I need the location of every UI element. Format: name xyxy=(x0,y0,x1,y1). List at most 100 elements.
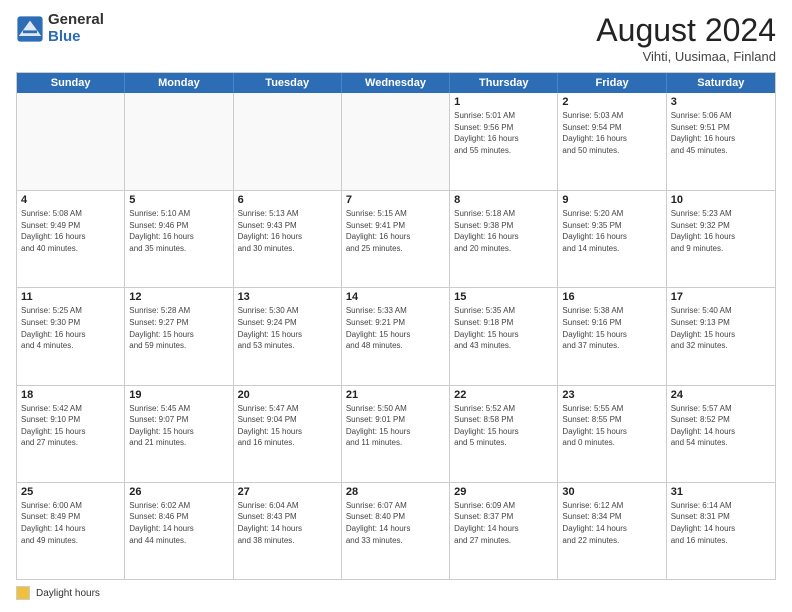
day-info: Sunrise: 5:06 AM Sunset: 9:51 PM Dayligh… xyxy=(671,110,771,156)
header: General Blue August 2024 Vihti, Uusimaa,… xyxy=(16,12,776,64)
calendar-cell: 15 Sunrise: 5:35 AM Sunset: 9:18 PM Dayli… xyxy=(450,288,558,384)
day-info: Sunrise: 5:10 AM Sunset: 9:46 PM Dayligh… xyxy=(129,208,228,254)
calendar-cell: 19 Sunrise: 5:45 AM Sunset: 9:07 PM Dayli… xyxy=(125,386,233,482)
logo-text: General Blue xyxy=(48,12,104,45)
day-info: Sunrise: 5:08 AM Sunset: 9:49 PM Dayligh… xyxy=(21,208,120,254)
day-number: 17 xyxy=(671,291,771,303)
header-day: Saturday xyxy=(667,73,775,93)
calendar-cell: 6Sunrise: 5:13 AM Sunset: 9:43 PM Daylig… xyxy=(234,191,342,287)
day-number: 5 xyxy=(129,194,228,206)
calendar-cell: 20 Sunrise: 5:47 AM Sunset: 9:04 PM Dayli… xyxy=(234,386,342,482)
day-info: Sunrise: 6:09 AM Sunset: 8:37 PM Dayligh… xyxy=(454,500,553,546)
day-info: Sunrise: 5:42 AM Sunset: 9:10 PM Dayligh… xyxy=(21,403,120,449)
logo-blue: Blue xyxy=(48,29,104,46)
day-number: 21 xyxy=(346,389,445,401)
day-number: 16 xyxy=(562,291,661,303)
day-number: 7 xyxy=(346,194,445,206)
calendar-cell: 22Sunrise: 5:52 AM Sunset: 8:58 PM Dayli… xyxy=(450,386,558,482)
day-number: 12 xyxy=(129,291,228,303)
day-number: 10 xyxy=(671,194,771,206)
day-info: Sunrise: 5:47 AM Sunset: 9:04 PM Dayligh… xyxy=(238,403,337,449)
day-number: 20 xyxy=(238,389,337,401)
day-info: Sunrise: 5:01 AM Sunset: 9:56 PM Dayligh… xyxy=(454,110,553,156)
calendar-cell: 12 Sunrise: 5:28 AM Sunset: 9:27 PM Dayli… xyxy=(125,288,233,384)
day-number: 13 xyxy=(238,291,337,303)
day-number: 3 xyxy=(671,96,771,108)
day-info: Sunrise: 6:12 AM Sunset: 8:34 PM Dayligh… xyxy=(562,500,661,546)
day-info: Sunrise: 5:45 AM Sunset: 9:07 PM Dayligh… xyxy=(129,403,228,449)
calendar-cell: 4 Sunrise: 5:08 AM Sunset: 9:49 PM Daylig… xyxy=(17,191,125,287)
calendar-cell: 8 Sunrise: 5:18 AM Sunset: 9:38 PM Daylig… xyxy=(450,191,558,287)
day-info: Sunrise: 5:55 AM Sunset: 8:55 PM Dayligh… xyxy=(562,403,661,449)
calendar-cell: 26Sunrise: 6:02 AM Sunset: 8:46 PM Dayli… xyxy=(125,483,233,579)
calendar-body: 1 Sunrise: 5:01 AM Sunset: 9:56 PM Daylig… xyxy=(17,93,775,579)
day-number: 15 xyxy=(454,291,553,303)
day-info: Sunrise: 6:04 AM Sunset: 8:43 PM Dayligh… xyxy=(238,500,337,546)
calendar-cell: 18Sunrise: 5:42 AM Sunset: 9:10 PM Dayli… xyxy=(17,386,125,482)
title-area: August 2024 Vihti, Uusimaa, Finland xyxy=(596,12,776,64)
day-number: 27 xyxy=(238,486,337,498)
header-day: Friday xyxy=(558,73,666,93)
day-number: 31 xyxy=(671,486,771,498)
calendar-cell: 5 Sunrise: 5:10 AM Sunset: 9:46 PM Daylig… xyxy=(125,191,233,287)
day-info: Sunrise: 5:38 AM Sunset: 9:16 PM Dayligh… xyxy=(562,305,661,351)
day-number: 1 xyxy=(454,96,553,108)
day-info: Sunrise: 5:18 AM Sunset: 9:38 PM Dayligh… xyxy=(454,208,553,254)
calendar-cell: 27 Sunrise: 6:04 AM Sunset: 8:43 PM Dayli… xyxy=(234,483,342,579)
calendar-cell: 14 Sunrise: 5:33 AM Sunset: 9:21 PM Dayli… xyxy=(342,288,450,384)
calendar-week: 11Sunrise: 5:25 AM Sunset: 9:30 PM Dayli… xyxy=(17,287,775,384)
calendar-week: 18Sunrise: 5:42 AM Sunset: 9:10 PM Dayli… xyxy=(17,385,775,482)
calendar-cell: 10Sunrise: 5:23 AM Sunset: 9:32 PM Dayli… xyxy=(667,191,775,287)
day-number: 11 xyxy=(21,291,120,303)
page: General Blue August 2024 Vihti, Uusimaa,… xyxy=(0,0,792,612)
day-number: 14 xyxy=(346,291,445,303)
calendar: SundayMondayTuesdayWednesdayThursdayFrid… xyxy=(16,72,776,580)
calendar-cell xyxy=(342,93,450,190)
header-day: Thursday xyxy=(450,73,558,93)
day-info: Sunrise: 5:20 AM Sunset: 9:35 PM Dayligh… xyxy=(562,208,661,254)
day-number: 30 xyxy=(562,486,661,498)
day-info: Sunrise: 5:57 AM Sunset: 8:52 PM Dayligh… xyxy=(671,403,771,449)
month-title: August 2024 xyxy=(596,12,776,49)
day-number: 2 xyxy=(562,96,661,108)
day-info: Sunrise: 5:50 AM Sunset: 9:01 PM Dayligh… xyxy=(346,403,445,449)
calendar-cell: 23 Sunrise: 5:55 AM Sunset: 8:55 PM Dayli… xyxy=(558,386,666,482)
day-info: Sunrise: 6:00 AM Sunset: 8:49 PM Dayligh… xyxy=(21,500,120,546)
day-number: 24 xyxy=(671,389,771,401)
day-number: 8 xyxy=(454,194,553,206)
day-info: Sunrise: 5:28 AM Sunset: 9:27 PM Dayligh… xyxy=(129,305,228,351)
calendar-cell: 21 Sunrise: 5:50 AM Sunset: 9:01 PM Dayli… xyxy=(342,386,450,482)
calendar-cell: 17 Sunrise: 5:40 AM Sunset: 9:13 PM Dayli… xyxy=(667,288,775,384)
day-info: Sunrise: 5:30 AM Sunset: 9:24 PM Dayligh… xyxy=(238,305,337,351)
calendar-cell: 13 Sunrise: 5:30 AM Sunset: 9:24 PM Dayli… xyxy=(234,288,342,384)
day-number: 23 xyxy=(562,389,661,401)
calendar-cell xyxy=(17,93,125,190)
legend-label: Daylight hours xyxy=(36,588,100,599)
day-info: Sunrise: 5:15 AM Sunset: 9:41 PM Dayligh… xyxy=(346,208,445,254)
day-number: 25 xyxy=(21,486,120,498)
day-info: Sunrise: 5:35 AM Sunset: 9:18 PM Dayligh… xyxy=(454,305,553,351)
calendar-cell: 24 Sunrise: 5:57 AM Sunset: 8:52 PM Dayli… xyxy=(667,386,775,482)
legend-box xyxy=(16,586,30,600)
day-number: 19 xyxy=(129,389,228,401)
calendar-cell: 16 Sunrise: 5:38 AM Sunset: 9:16 PM Dayli… xyxy=(558,288,666,384)
logo-icon xyxy=(16,15,44,43)
calendar-cell: 28Sunrise: 6:07 AM Sunset: 8:40 PM Dayli… xyxy=(342,483,450,579)
calendar-cell xyxy=(234,93,342,190)
day-number: 29 xyxy=(454,486,553,498)
day-number: 28 xyxy=(346,486,445,498)
day-number: 4 xyxy=(21,194,120,206)
day-info: Sunrise: 5:13 AM Sunset: 9:43 PM Dayligh… xyxy=(238,208,337,254)
calendar-cell: 3 Sunrise: 5:06 AM Sunset: 9:51 PM Daylig… xyxy=(667,93,775,190)
day-number: 26 xyxy=(129,486,228,498)
calendar-cell: 30 Sunrise: 6:12 AM Sunset: 8:34 PM Dayli… xyxy=(558,483,666,579)
calendar-cell: 29 Sunrise: 6:09 AM Sunset: 8:37 PM Dayli… xyxy=(450,483,558,579)
logo: General Blue xyxy=(16,12,104,45)
day-info: Sunrise: 5:40 AM Sunset: 9:13 PM Dayligh… xyxy=(671,305,771,351)
location: Vihti, Uusimaa, Finland xyxy=(596,49,776,64)
calendar-cell: 25 Sunrise: 6:00 AM Sunset: 8:49 PM Dayli… xyxy=(17,483,125,579)
day-info: Sunrise: 6:14 AM Sunset: 8:31 PM Dayligh… xyxy=(671,500,771,546)
day-info: Sunrise: 5:33 AM Sunset: 9:21 PM Dayligh… xyxy=(346,305,445,351)
calendar-cell xyxy=(125,93,233,190)
calendar-cell: 7 Sunrise: 5:15 AM Sunset: 9:41 PM Daylig… xyxy=(342,191,450,287)
